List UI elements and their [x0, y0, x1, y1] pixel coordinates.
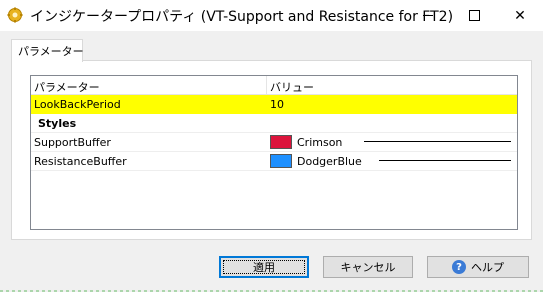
color-name: DodgerBlue [297, 155, 362, 168]
table-row[interactable]: SupportBuffer Crimson [31, 133, 517, 152]
column-header-parameter[interactable]: パラメーター [34, 79, 100, 95]
param-value[interactable]: 10 [270, 98, 284, 111]
line-style-preview[interactable] [379, 160, 511, 161]
focus-indicator [223, 260, 305, 274]
param-name: SupportBuffer [34, 136, 111, 149]
maximize-icon [468, 10, 480, 21]
maximize-button[interactable] [451, 0, 497, 31]
grid-header: パラメーター バリュー [31, 76, 517, 95]
close-button[interactable]: ✕ [497, 0, 543, 31]
param-name: ResistanceBuffer [34, 155, 127, 168]
tab-parameters[interactable]: パラメーター [11, 39, 84, 62]
line-style-preview[interactable] [364, 141, 511, 142]
property-grid: パラメーター バリュー LookBackPeriod 10 Styles Sup… [30, 75, 518, 230]
category-row: Styles [31, 114, 517, 133]
apply-button[interactable]: 適用 [219, 256, 309, 278]
column-header-value[interactable]: バリュー [270, 79, 314, 95]
color-swatch[interactable] [270, 135, 292, 149]
help-label: ヘルプ [471, 261, 504, 274]
table-row[interactable]: LookBackPeriod 10 [31, 95, 517, 114]
minimize-icon [423, 15, 433, 16]
tab-label: パラメーター [18, 45, 84, 58]
title-bar: インジケータープロパティ (VT-Support and Resistance … [0, 0, 543, 31]
help-icon: ? [452, 260, 466, 274]
window-title: インジケータープロパティ (VT-Support and Resistance … [30, 9, 454, 25]
table-row[interactable]: ResistanceBuffer DodgerBlue [31, 152, 517, 171]
color-name: Crimson [297, 136, 343, 149]
minimize-button[interactable] [405, 0, 451, 31]
category-label: Styles [38, 117, 77, 130]
gear-icon [7, 7, 23, 23]
param-name: LookBackPeriod [34, 98, 121, 111]
close-icon: ✕ [514, 7, 526, 24]
column-divider[interactable] [266, 76, 267, 94]
cancel-label: キャンセル [340, 261, 396, 274]
help-button[interactable]: ? ヘルプ [427, 256, 529, 278]
color-swatch[interactable] [270, 154, 292, 168]
tab-panel: パラメーター バリュー LookBackPeriod 10 Styles Sup… [11, 60, 532, 240]
cancel-button[interactable]: キャンセル [323, 256, 413, 278]
